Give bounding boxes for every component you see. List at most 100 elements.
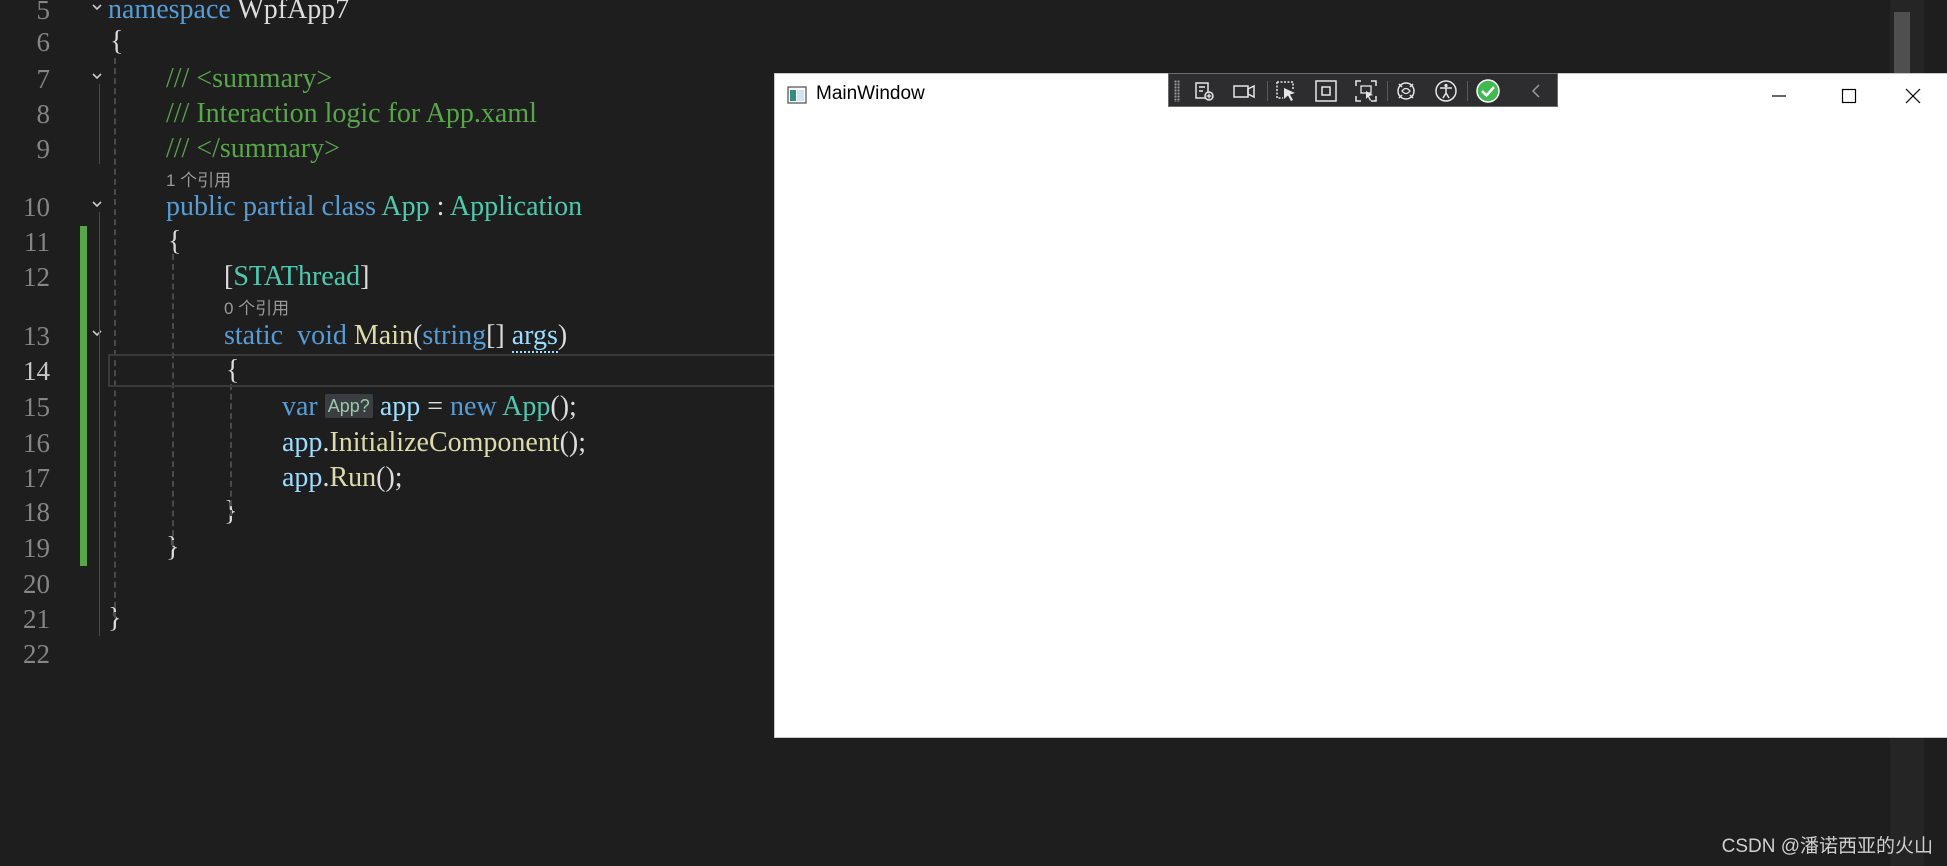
indent-guide [114,58,116,618]
code-line-15[interactable]: 15 var App? app = new App(); [0,389,780,425]
code-text: /// </summary> [166,131,340,167]
code-token: { [110,26,124,57]
code-token: STAThread [233,261,361,292]
code-text: static void Main(string[] args) [224,318,567,354]
minimize-button[interactable] [1743,74,1813,116]
code-token: [ [224,261,234,292]
code-text: /// Interaction logic for App.xaml [166,96,537,132]
code-text: public partial class App : Application [166,189,582,225]
app-main-window[interactable]: MainWindow [775,74,1947,737]
line-number: 13 [23,321,50,351]
code-text: /// <summary> [166,61,332,97]
code-token: /// <summary> [166,63,333,94]
go-to-live-visual-tree-icon[interactable] [1191,78,1217,104]
line-number: 15 [23,392,50,422]
code-token: /// Interaction logic for App.xaml [166,98,537,129]
line-number: 22 [23,639,50,669]
code-token: : [429,191,450,222]
code-text: { [110,24,123,60]
code-line-6[interactable]: 6 { [0,24,780,60]
indent-guide [230,384,232,516]
window-title: MainWindow [816,83,925,104]
code-token: namespace [108,0,238,25]
line-number: 20 [23,569,50,599]
code-text: [STAThread] [224,259,370,295]
code-line-8[interactable]: 8 /// Interaction logic for App.xaml [0,96,780,132]
code-line-13[interactable]: 13 static void Main(string[] args) [0,318,780,354]
code-token: args [511,320,558,353]
code-token: void [290,320,354,351]
close-icon [1905,88,1921,104]
code-token: app [372,391,421,422]
code-line-11[interactable]: 11 { [0,224,780,260]
code-line-10[interactable]: 10 public partial class App : Applicatio… [0,189,780,225]
code-token: (); [559,427,587,458]
inline-type-hint: App? [324,394,373,418]
outline-bracket [99,212,100,636]
code-token: Application [449,191,583,222]
line-number: 17 [23,463,50,493]
scrollbar-thumb[interactable] [1894,12,1910,76]
code-token: static [224,320,291,351]
codelens-references[interactable]: 1 个引用 [166,166,231,191]
select-element-icon[interactable] [1273,78,1299,104]
toolbar-separator [1267,81,1268,101]
display-layout-adorners-icon[interactable] [1313,78,1339,104]
line-number: 18 [23,497,50,527]
code-token: WpfApp7 [237,0,350,25]
line-number: 6 [36,27,51,57]
code-line-22[interactable]: 22 [0,636,780,672]
code-token: app [282,427,323,458]
indent-guide [172,254,174,546]
code-line-19[interactable]: 19 } [0,530,780,566]
code-line-9[interactable]: 9 /// </summary> [0,131,780,167]
collapse-toolbar-icon[interactable] [1523,78,1549,104]
line-number: 11 [24,227,50,257]
code-token: App [381,191,430,222]
code-token: [] [486,320,512,351]
line-number: 12 [23,262,50,292]
track-focus-icon[interactable] [1353,78,1379,104]
code-text: var App? app = new App(); [282,389,577,425]
code-token: ( [412,320,423,351]
code-line-12[interactable]: 12 [STAThread] [0,259,780,295]
code-line-18[interactable]: 18 } [0,494,780,530]
changed-lines-marker [80,226,87,566]
code-line-16[interactable]: 16 app.InitializeComponent(); [0,425,780,461]
line-number: 21 [23,604,50,634]
collapse-region-icon[interactable] [90,69,104,83]
codelens-references[interactable]: 0 个引用 [224,294,289,319]
code-token: = [420,391,451,422]
code-token: partial [243,191,322,222]
code-token: app [282,462,323,493]
code-token: Run [329,462,377,493]
code-text: app.Run(); [282,460,403,496]
line-number: 9 [36,134,51,164]
code-line-17[interactable]: 17 app.Run(); [0,460,780,496]
collapse-region-icon[interactable] [90,0,104,14]
line-number: 16 [23,428,50,458]
line-number: 19 [23,533,50,563]
minimize-icon [1772,95,1786,97]
code-token: /// </summary> [166,133,340,164]
collapse-region-icon[interactable] [90,197,104,211]
binding-failures-ok-icon[interactable] [1475,78,1501,104]
xaml-debug-toolbar[interactable] [1168,73,1558,107]
code-line-20[interactable]: 20 [0,566,780,602]
code-line-7[interactable]: 7 /// <summary> [0,61,780,97]
code-text: { [168,224,181,260]
current-line-highlight [108,354,788,387]
code-token: new [450,391,503,422]
accessibility-icon[interactable] [1433,78,1459,104]
code-token: var [282,391,325,422]
code-token: ) [557,320,568,351]
hot-reload-icon[interactable] [1393,78,1419,104]
toolbar-grip-icon[interactable] [1174,80,1180,102]
code-text: app.InitializeComponent(); [282,425,586,461]
code-line-21[interactable]: 21 } [0,601,780,637]
close-button[interactable] [1877,74,1947,116]
collapse-region-icon[interactable] [90,326,104,340]
maximize-button[interactable] [1813,74,1883,116]
record-icon[interactable] [1231,78,1257,104]
toolbar-separator [1467,81,1468,101]
